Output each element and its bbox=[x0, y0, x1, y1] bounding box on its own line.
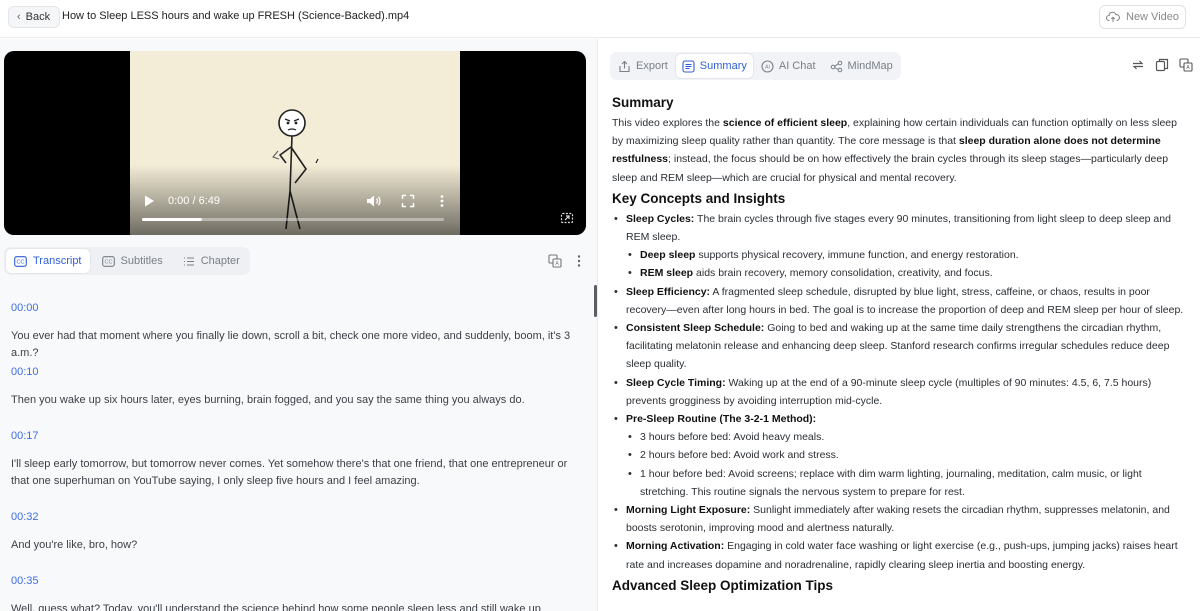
cc-icon: CC bbox=[101, 255, 115, 267]
video-time: 0:00 / 6:49 bbox=[168, 195, 220, 207]
tab-subtitles-label: Subtitles bbox=[120, 255, 163, 267]
transcript-timestamp[interactable]: 00:17 bbox=[11, 430, 571, 442]
transcript-segment[interactable]: 00:32 And you're like, bro, how? bbox=[11, 511, 571, 554]
picture-in-picture-icon[interactable] bbox=[560, 211, 574, 225]
list-item: Pre-Sleep Routine (The 3-2-1 Method): 3 … bbox=[612, 410, 1188, 501]
list-item: Morning Activation: Engaging in cold wat… bbox=[612, 537, 1188, 573]
back-label: Back bbox=[25, 11, 51, 23]
cloud-upload-icon bbox=[1106, 11, 1120, 22]
left-tab-bar: CC Transcript CC Subtitles Chapter bbox=[4, 247, 250, 275]
tab-summary-label: Summary bbox=[699, 60, 747, 72]
volume-icon[interactable] bbox=[366, 194, 382, 208]
mindmap-icon bbox=[830, 60, 842, 72]
transcript-timestamp[interactable]: 00:35 bbox=[11, 575, 571, 587]
svg-text:AI: AI bbox=[765, 64, 770, 70]
copy-icon[interactable] bbox=[1155, 58, 1169, 72]
transcript-segment[interactable]: 00:17 I'll sleep early tomorrow, but tom… bbox=[11, 430, 571, 490]
tab-transcript[interactable]: CC Transcript bbox=[6, 249, 90, 273]
tab-chapter-label: Chapter bbox=[200, 255, 240, 267]
list-item: 1 hour before bed: Avoid screens; replac… bbox=[626, 465, 1188, 501]
file-title: How to Sleep LESS hours and wake up FRES… bbox=[62, 10, 410, 22]
video-controls-shade bbox=[4, 165, 586, 235]
fullscreen-icon[interactable] bbox=[401, 194, 415, 208]
list-item: Sleep Efficiency: A fragmented sleep sch… bbox=[612, 283, 1188, 319]
summary-actions: A bbox=[1131, 58, 1193, 72]
tab-ai-chat[interactable]: AI AI Chat bbox=[755, 54, 822, 78]
new-video-label: New Video bbox=[1126, 11, 1179, 23]
tab-subtitles[interactable]: CC Subtitles bbox=[94, 249, 171, 273]
tab-summary[interactable]: Summary bbox=[675, 54, 753, 78]
transcript-segment[interactable]: 00:00 You ever had that moment where you… bbox=[11, 302, 571, 362]
advanced-tips-heading: Advanced Sleep Optimization Tips bbox=[612, 577, 834, 593]
more-vertical-icon[interactable] bbox=[576, 254, 582, 268]
more-vertical-icon[interactable] bbox=[438, 194, 446, 208]
top-bar: ‹ Back How to Sleep LESS hours and wake … bbox=[0, 0, 1200, 38]
video-progress-bar[interactable] bbox=[142, 218, 444, 221]
summary-intro: This video explores the science of effic… bbox=[612, 117, 1177, 184]
transcript-text: You ever had that moment where you final… bbox=[11, 330, 571, 359]
right-tab-bar: Export Summary AI AI Chat MindMap bbox=[610, 52, 901, 80]
key-concepts-list: Sleep Cycles: The brain cycles through f… bbox=[612, 210, 1188, 574]
summary-icon bbox=[682, 59, 695, 73]
list-item: 3 hours before bed: Avoid heavy meals. bbox=[626, 428, 1188, 446]
right-pane: Export Summary AI AI Chat MindMap A Summ… bbox=[599, 39, 1200, 611]
list-item: Deep sleep supports physical recovery, i… bbox=[626, 246, 1188, 264]
chevron-left-icon: ‹ bbox=[17, 10, 21, 23]
transcript-segment[interactable]: 00:35 Well, guess what? Today, you'll un… bbox=[11, 575, 571, 611]
transcript-actions: A bbox=[548, 254, 582, 268]
list-item: Consistent Sleep Schedule: Going to bed … bbox=[612, 319, 1188, 374]
transcript-scrollbar[interactable] bbox=[594, 285, 597, 317]
transcript-text: Then you wake up six hours later, eyes b… bbox=[11, 394, 525, 406]
transcript-list: 00:00 You ever had that moment where you… bbox=[0, 289, 590, 611]
export-icon bbox=[619, 60, 630, 72]
list-icon bbox=[183, 256, 194, 266]
tab-mindmap[interactable]: MindMap bbox=[824, 54, 899, 78]
tab-export-label: Export bbox=[636, 60, 668, 72]
summary-content: Summary This video explores the science … bbox=[612, 95, 1188, 611]
list-item: Morning Light Exposure: Sunlight immedia… bbox=[612, 501, 1188, 537]
list-item: 2 hours before bed: Avoid work and stres… bbox=[626, 446, 1188, 464]
svg-text:CC: CC bbox=[17, 259, 25, 265]
transcript-text: Well, guess what? Today, you'll understa… bbox=[11, 603, 541, 611]
summary-heading: Summary bbox=[612, 95, 674, 110]
transcript-text: And you're like, bro, how? bbox=[11, 539, 138, 551]
play-icon[interactable] bbox=[142, 194, 156, 208]
svg-text:CC: CC bbox=[104, 259, 112, 265]
list-item: REM sleep aids brain recovery, memory co… bbox=[626, 264, 1188, 282]
video-progress-fill bbox=[142, 218, 203, 221]
back-button[interactable]: ‹ Back bbox=[8, 6, 61, 28]
translate-icon[interactable]: A bbox=[548, 254, 562, 268]
key-concepts-heading: Key Concepts and Insights bbox=[612, 190, 786, 206]
ai-icon: AI bbox=[761, 59, 774, 73]
tab-transcript-label: Transcript bbox=[33, 255, 82, 267]
transcript-timestamp[interactable]: 00:32 bbox=[11, 511, 571, 523]
list-item: Sleep Cycle Timing: Waking up at the end… bbox=[612, 374, 1188, 410]
transcript-timestamp[interactable]: 00:10 bbox=[11, 366, 571, 378]
tab-ai-chat-label: AI Chat bbox=[778, 60, 816, 72]
refresh-icon[interactable] bbox=[1131, 58, 1145, 72]
left-pane: 0:00 / 6:49 CC Transcript CC Subtitles C… bbox=[0, 39, 598, 611]
video-player[interactable]: 0:00 / 6:49 bbox=[4, 51, 586, 235]
translate-icon[interactable]: A bbox=[1179, 58, 1193, 72]
tab-chapter[interactable]: Chapter bbox=[175, 249, 248, 273]
cc-icon: CC bbox=[14, 255, 27, 267]
new-video-button[interactable]: New Video bbox=[1099, 5, 1186, 29]
transcript-text: I'll sleep early tomorrow, but tomorrow … bbox=[11, 458, 568, 487]
list-item: Sleep Cycles: The brain cycles through f… bbox=[612, 210, 1188, 283]
transcript-timestamp[interactable]: 00:00 bbox=[11, 302, 571, 314]
transcript-segment[interactable]: 00:10 Then you wake up six hours later, … bbox=[11, 366, 571, 409]
tab-export[interactable]: Export bbox=[612, 54, 674, 78]
tab-mindmap-label: MindMap bbox=[847, 60, 893, 72]
